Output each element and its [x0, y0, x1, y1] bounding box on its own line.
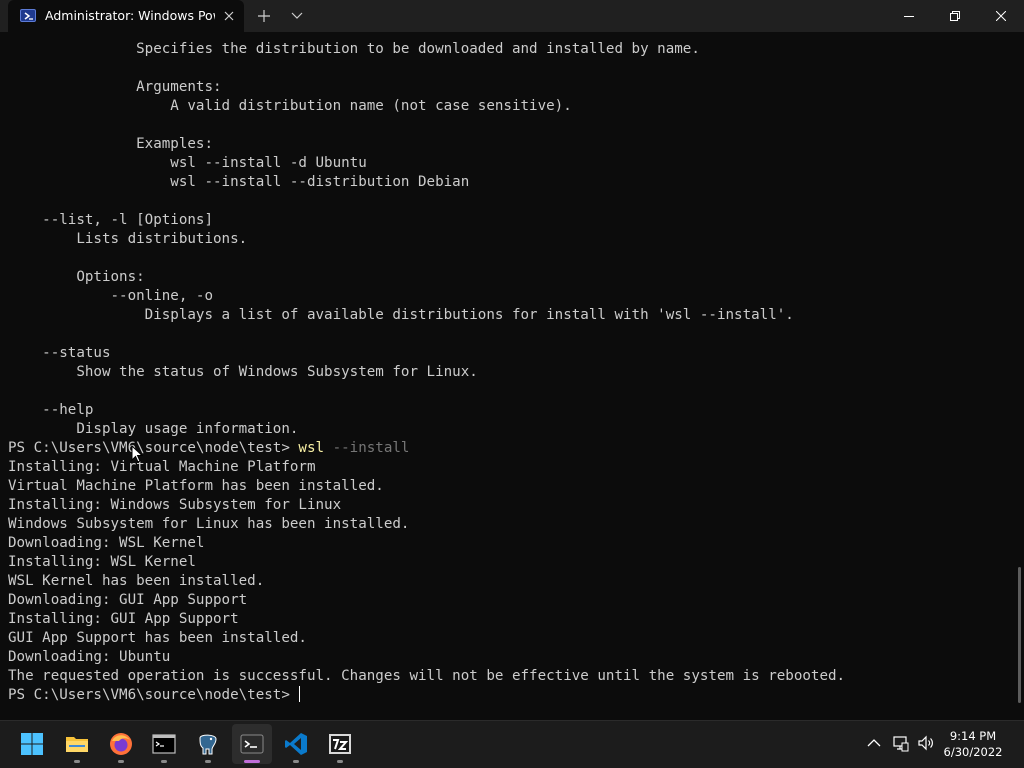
output-line: --online, -o	[8, 288, 213, 304]
output-line: GUI App Support has been installed.	[8, 630, 307, 646]
tab-powershell[interactable]: Administrator: Windows PowerShell	[8, 0, 244, 32]
output-line: A valid distribution name (not case sens…	[8, 98, 572, 114]
tab-close-icon[interactable]	[222, 9, 236, 23]
output-line: --help	[8, 402, 94, 418]
running-indicator	[74, 760, 80, 763]
output-line: Display usage information.	[8, 421, 299, 437]
taskbar-pgadmin[interactable]	[188, 724, 228, 764]
output-line: Virtual Machine Platform has been instal…	[8, 478, 384, 494]
new-tab-icon[interactable]	[256, 8, 272, 24]
output-line: --status	[8, 345, 111, 361]
minimize-button[interactable]	[886, 0, 932, 32]
taskbar-command-prompt[interactable]	[144, 724, 184, 764]
output-line: Downloading: GUI App Support	[8, 592, 248, 608]
start-button[interactable]	[12, 724, 52, 764]
powershell-icon	[20, 9, 36, 22]
vscode-icon	[285, 733, 307, 755]
cmd-icon	[152, 734, 176, 754]
tab-title: Administrator: Windows PowerShell	[45, 8, 215, 23]
terminal-icon	[240, 734, 264, 754]
output-line: Downloading: WSL Kernel	[8, 535, 205, 551]
running-indicator	[161, 760, 167, 763]
clock-date: 6/30/2022	[943, 745, 1003, 759]
output-line: Installing: Windows Subsystem for Linux	[8, 497, 342, 513]
elephant-icon	[199, 734, 217, 755]
output-line: Windows Subsystem for Linux has been ins…	[8, 516, 410, 532]
folder-icon	[66, 737, 88, 752]
clock-time: 9:14 PM	[949, 729, 997, 743]
output-line: wsl --install --distribution Debian	[8, 174, 470, 190]
output-line: Displays a list of available distributio…	[8, 307, 794, 323]
output-line: Specifies the distribution to be downloa…	[8, 41, 700, 57]
terminal-output[interactable]: Specifies the distribution to be downloa…	[0, 32, 1024, 720]
taskbar-vscode[interactable]	[276, 724, 316, 764]
restore-button[interactable]	[932, 0, 978, 32]
taskbar-7zip[interactable]	[320, 724, 360, 764]
taskbar-firefox[interactable]	[101, 724, 141, 764]
output-line: Arguments:	[8, 79, 222, 95]
taskbar-windows-terminal[interactable]	[232, 724, 272, 764]
title-bar: Administrator: Windows PowerShell	[0, 0, 1024, 32]
output-line: wsl --install -d Ubuntu	[8, 155, 367, 171]
output-line: WSL Kernel has been installed.	[8, 573, 265, 589]
running-indicator	[293, 760, 299, 763]
terminal-lines: Specifies the distribution to be downloa…	[8, 40, 845, 705]
firefox-icon	[110, 733, 132, 755]
scrollbar-thumb[interactable]	[1018, 567, 1021, 703]
output-line: Installing: GUI App Support	[8, 611, 239, 627]
network-icon[interactable]	[891, 734, 909, 752]
output-line: Downloading: Ubuntu	[8, 649, 171, 665]
windows-logo-icon	[21, 733, 43, 755]
prompt-line: PS C:\Users\VM6\source\node\test>	[8, 686, 845, 705]
active-indicator	[244, 760, 260, 763]
close-button[interactable]	[978, 0, 1024, 32]
text-cursor	[299, 686, 301, 702]
output-line: --list, -l [Options]	[8, 212, 213, 228]
running-indicator	[205, 760, 211, 763]
command-args: --install	[324, 440, 410, 456]
volume-icon[interactable]	[917, 734, 935, 752]
output-line: Installing: WSL Kernel	[8, 554, 196, 570]
output-line: Options:	[8, 269, 145, 285]
taskbar-file-explorer[interactable]	[57, 724, 97, 764]
command-text: wsl	[298, 440, 325, 456]
output-line: Examples:	[8, 136, 213, 152]
mouse-pointer-icon	[131, 445, 143, 463]
output-line: Show the status of Windows Subsystem for…	[8, 364, 478, 380]
maximize-icon	[950, 11, 960, 21]
output-line: The requested operation is successful. C…	[8, 668, 846, 684]
prompt-text: PS C:\Users\VM6\source\node\test>	[8, 687, 299, 703]
running-indicator	[118, 760, 124, 763]
chevron-down-icon[interactable]	[290, 10, 304, 22]
close-icon	[996, 11, 1006, 21]
minimize-icon	[904, 16, 914, 17]
7zip-icon	[329, 734, 351, 754]
output-line: Lists distributions.	[8, 231, 248, 247]
running-indicator	[337, 760, 343, 763]
prompt-text: PS C:\Users\VM6\source\node\test>	[8, 440, 299, 456]
chevron-up-icon[interactable]	[865, 734, 883, 752]
system-clock[interactable]: 9:14 PM 6/30/2022	[936, 728, 1010, 760]
